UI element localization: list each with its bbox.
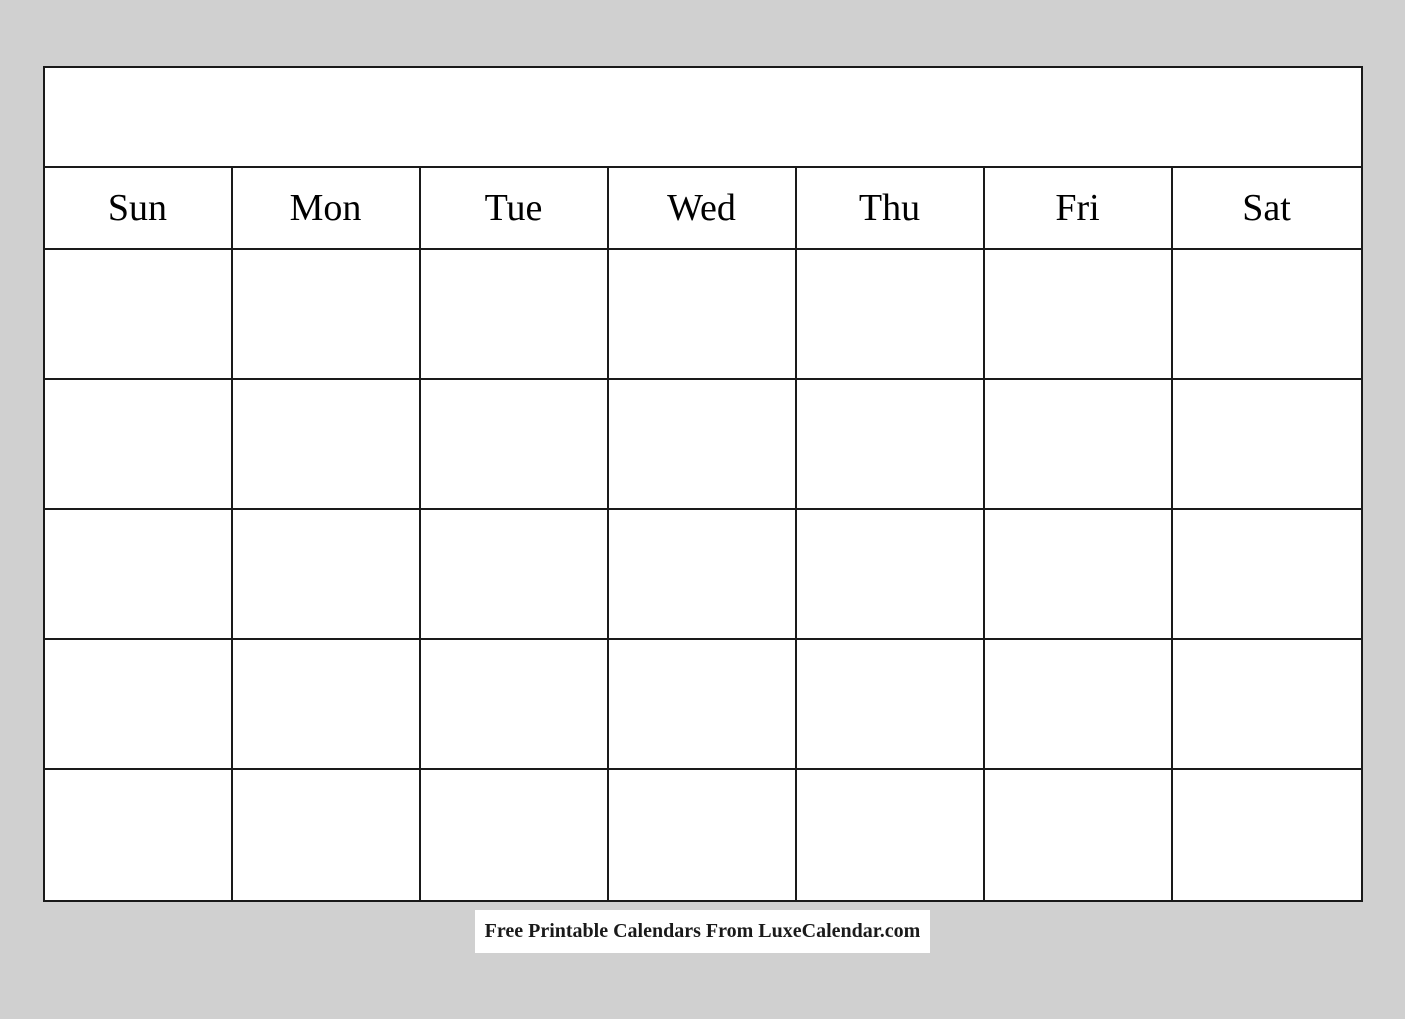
cell-2-5[interactable] [797, 380, 985, 510]
footer-text: Free Printable Calendars From LuxeCalend… [475, 910, 931, 953]
cell-5-5[interactable] [797, 770, 985, 900]
cell-1-5[interactable] [797, 250, 985, 380]
cell-1-3[interactable] [421, 250, 609, 380]
cell-5-4[interactable] [609, 770, 797, 900]
calendar-day-headers: Sun Mon Tue Wed Thu Fri Sat [45, 168, 1361, 250]
cell-4-3[interactable] [421, 640, 609, 770]
cell-3-1[interactable] [45, 510, 233, 640]
cell-3-6[interactable] [985, 510, 1173, 640]
day-header-wed: Wed [609, 168, 797, 248]
calendar-row-3 [45, 510, 1361, 640]
cell-5-3[interactable] [421, 770, 609, 900]
cell-3-4[interactable] [609, 510, 797, 640]
cell-4-4[interactable] [609, 640, 797, 770]
cell-5-2[interactable] [233, 770, 421, 900]
cell-2-4[interactable] [609, 380, 797, 510]
cell-4-7[interactable] [1173, 640, 1361, 770]
cell-2-2[interactable] [233, 380, 421, 510]
calendar-container: Sun Mon Tue Wed Thu Fri Sat [43, 66, 1363, 902]
day-header-thu: Thu [797, 168, 985, 248]
cell-1-2[interactable] [233, 250, 421, 380]
cell-4-2[interactable] [233, 640, 421, 770]
day-header-mon: Mon [233, 168, 421, 248]
cell-1-4[interactable] [609, 250, 797, 380]
cell-4-5[interactable] [797, 640, 985, 770]
cell-2-3[interactable] [421, 380, 609, 510]
day-header-sat: Sat [1173, 168, 1361, 248]
calendar-body [45, 250, 1361, 900]
cell-4-6[interactable] [985, 640, 1173, 770]
day-header-sun: Sun [45, 168, 233, 248]
calendar-row-5 [45, 770, 1361, 900]
cell-3-5[interactable] [797, 510, 985, 640]
cell-3-7[interactable] [1173, 510, 1361, 640]
calendar-row-1 [45, 250, 1361, 380]
cell-3-3[interactable] [421, 510, 609, 640]
cell-2-1[interactable] [45, 380, 233, 510]
cell-1-6[interactable] [985, 250, 1173, 380]
day-header-fri: Fri [985, 168, 1173, 248]
calendar-row-4 [45, 640, 1361, 770]
cell-5-7[interactable] [1173, 770, 1361, 900]
cell-5-1[interactable] [45, 770, 233, 900]
calendar-row-2 [45, 380, 1361, 510]
cell-3-2[interactable] [233, 510, 421, 640]
cell-2-7[interactable] [1173, 380, 1361, 510]
day-header-tue: Tue [421, 168, 609, 248]
cell-1-7[interactable] [1173, 250, 1361, 380]
cell-4-1[interactable] [45, 640, 233, 770]
cell-2-6[interactable] [985, 380, 1173, 510]
calendar-title-area [45, 68, 1361, 168]
cell-5-6[interactable] [985, 770, 1173, 900]
cell-1-1[interactable] [45, 250, 233, 380]
